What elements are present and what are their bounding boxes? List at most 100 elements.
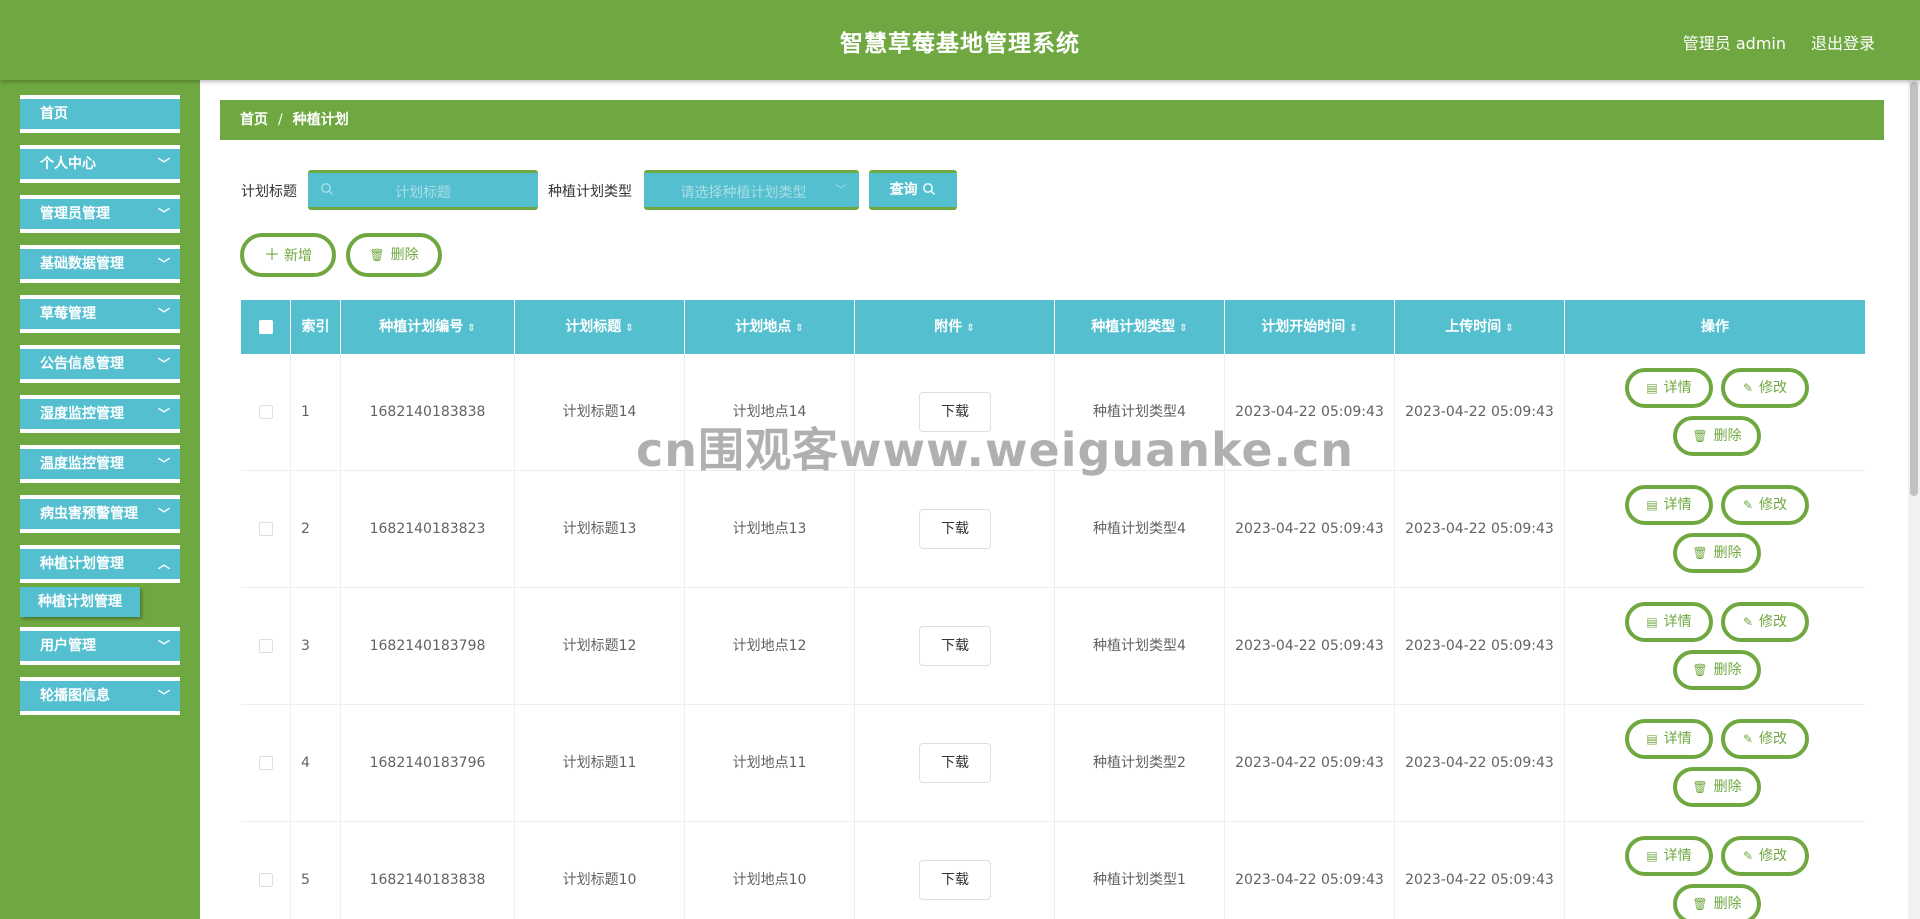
cell-place: 计划地点11	[685, 705, 855, 822]
column-header-plan-type[interactable]: 种植计划类型 ⇕	[1055, 300, 1225, 354]
cell-plan-id: 1682140183823	[341, 471, 515, 588]
sidebar-item-label: 轮播图信息	[40, 688, 110, 704]
edit-button[interactable]: ✎ 修改	[1721, 485, 1809, 525]
sidebar-item-humidity[interactable]: 湿度监控管理 ﹀	[20, 395, 180, 433]
column-header-title[interactable]: 计划标题 ⇕	[515, 300, 685, 354]
delete-button-label: 删除	[1713, 779, 1742, 795]
edit-button-label: 修改	[1759, 731, 1788, 747]
trash-icon: 🗑	[1692, 546, 1708, 560]
delete-button[interactable]: 🗑 删除	[1673, 767, 1761, 807]
sidebar-item-label: 草莓管理	[40, 306, 96, 322]
row-checkbox[interactable]	[258, 405, 273, 419]
sidebar-item-carousel[interactable]: 轮播图信息 ﹀	[20, 677, 180, 715]
breadcrumb-home[interactable]: 首页	[240, 112, 268, 128]
cell-plan-type: 种植计划类型4	[1055, 471, 1225, 588]
column-header-upload-time[interactable]: 上传时间 ⇕	[1395, 300, 1565, 354]
sidebar-item-admin[interactable]: 管理员管理 ﹀	[20, 195, 180, 233]
sidebar-item-label: 湿度监控管理	[40, 406, 124, 422]
cell-title: 计划标题11	[515, 705, 685, 822]
sort-icon[interactable]: ⇕	[1179, 323, 1187, 334]
sidebar-item-personal-center[interactable]: 个人中心 ﹀	[20, 145, 180, 183]
scrollbar-thumb[interactable]	[1910, 82, 1918, 496]
trash-icon: 🗑	[1692, 780, 1708, 794]
cell-title: 计划标题10	[515, 822, 685, 919]
table-row: 1 1682140183838 计划标题14 计划地点14 下载 种植计划类型4…	[241, 354, 1865, 471]
sort-icon[interactable]: ⇕	[1349, 323, 1357, 334]
row-checkbox[interactable]	[258, 873, 273, 887]
cell-actions: ▤ 详情 ✎ 修改 🗑 删除	[1565, 705, 1865, 822]
sort-icon[interactable]: ⇕	[1505, 323, 1513, 334]
edit-button[interactable]: ✎ 修改	[1721, 602, 1809, 642]
sidebar-item-temperature[interactable]: 温度监控管理 ﹀	[20, 445, 180, 483]
bulk-delete-button[interactable]: 🗑 删除	[346, 233, 442, 277]
sidebar-item-basic-data[interactable]: 基础数据管理 ﹀	[20, 245, 180, 283]
sidebar-item-pest-warning[interactable]: 病虫害预警管理 ﹀	[20, 495, 180, 533]
type-select-label: 种植计划类型	[548, 184, 632, 200]
sidebar-item-strawberry[interactable]: 草莓管理 ﹀	[20, 295, 180, 333]
sort-icon[interactable]: ⇕	[467, 323, 475, 334]
logout-link[interactable]: 退出登录	[1811, 30, 1875, 54]
sidebar-item-users[interactable]: 用户管理 ﹀	[20, 627, 180, 665]
detail-button-label: 详情	[1663, 848, 1692, 864]
detail-button[interactable]: ▤ 详情	[1625, 719, 1713, 759]
plus-icon: ＋	[263, 245, 280, 264]
row-checkbox[interactable]	[258, 639, 273, 653]
document-icon: ▤	[1646, 381, 1658, 395]
column-header-place[interactable]: 计划地点 ⇕	[685, 300, 855, 354]
type-select[interactable]: 请选择种植计划类型 ﹀	[644, 170, 859, 210]
chevron-down-icon: ﹀	[157, 207, 170, 221]
select-all-checkbox[interactable]	[258, 320, 273, 334]
delete-button[interactable]: 🗑 删除	[1673, 416, 1761, 456]
edit-button[interactable]: ✎ 修改	[1721, 836, 1809, 876]
column-header-attachment[interactable]: 附件 ⇕	[855, 300, 1055, 354]
cell-upload-time: 2023-04-22 05:09:43	[1395, 822, 1565, 919]
detail-button[interactable]: ▤ 详情	[1625, 836, 1713, 876]
row-checkbox[interactable]	[258, 756, 273, 770]
row-select-cell	[241, 354, 291, 471]
sort-icon[interactable]: ⇕	[625, 323, 633, 334]
column-header-label: 操作	[1701, 319, 1729, 335]
add-button[interactable]: ＋新增	[240, 233, 336, 277]
column-header-start-time[interactable]: 计划开始时间 ⇕	[1225, 300, 1395, 354]
download-button[interactable]: 下载	[919, 743, 991, 783]
query-button[interactable]: 查询	[869, 170, 957, 210]
edit-button[interactable]: ✎ 修改	[1721, 368, 1809, 408]
column-header-plan-id[interactable]: 种植计划编号 ⇕	[341, 300, 515, 354]
sidebar-subitem-planting-plan[interactable]: 种植计划管理	[20, 587, 140, 617]
breadcrumb-current: 种植计划	[292, 112, 349, 128]
sidebar-item-label: 管理员管理	[40, 206, 110, 222]
download-button[interactable]: 下载	[919, 509, 991, 549]
detail-button[interactable]: ▤ 详情	[1625, 485, 1713, 525]
cell-actions: ▤ 详情 ✎ 修改 🗑 删除	[1565, 471, 1865, 588]
column-header-label: 索引	[301, 319, 330, 335]
sort-icon[interactable]: ⇕	[966, 323, 974, 334]
sidebar-item-home[interactable]: 首页	[20, 95, 180, 133]
cell-actions: ▤ 详情 ✎ 修改 🗑 删除	[1565, 354, 1865, 471]
sidebar-item-announcement[interactable]: 公告信息管理 ﹀	[20, 345, 180, 383]
download-button[interactable]: 下载	[919, 860, 991, 900]
detail-button[interactable]: ▤ 详情	[1625, 368, 1713, 408]
detail-button[interactable]: ▤ 详情	[1625, 602, 1713, 642]
document-icon: ▤	[1646, 849, 1658, 863]
trash-icon: 🗑	[369, 248, 385, 262]
sidebar-item-label: 种植计划管理	[40, 556, 124, 572]
sidebar-item-planting-plan[interactable]: 种植计划管理 ︿	[20, 545, 180, 583]
edit-button-label: 修改	[1759, 614, 1788, 630]
cell-upload-time: 2023-04-22 05:09:43	[1395, 588, 1565, 705]
cell-actions: ▤ 详情 ✎ 修改 🗑 删除	[1565, 588, 1865, 705]
column-header-label: 计划标题	[565, 319, 622, 335]
download-button[interactable]: 下载	[919, 392, 991, 432]
cell-start-time: 2023-04-22 05:09:43	[1225, 822, 1395, 919]
delete-button[interactable]: 🗑 删除	[1673, 884, 1761, 919]
edit-button[interactable]: ✎ 修改	[1721, 719, 1809, 759]
sidebar: 首页 个人中心 ﹀ 管理员管理 ﹀ 基础数据管理 ﹀ 草莓管理 ﹀ 公告信息管理 ﹀ 湿度…	[0, 80, 200, 919]
delete-button[interactable]: 🗑 删除	[1673, 533, 1761, 573]
trash-icon: 🗑	[1692, 429, 1708, 443]
title-search-input[interactable]: 计划标题	[308, 170, 538, 210]
current-user[interactable]: 管理员 admin	[1683, 30, 1786, 54]
delete-button[interactable]: 🗑 删除	[1673, 650, 1761, 690]
sort-icon[interactable]: ⇕	[795, 323, 803, 334]
download-button[interactable]: 下载	[919, 626, 991, 666]
page-scrollbar[interactable]	[1908, 80, 1920, 919]
row-checkbox[interactable]	[258, 522, 273, 536]
